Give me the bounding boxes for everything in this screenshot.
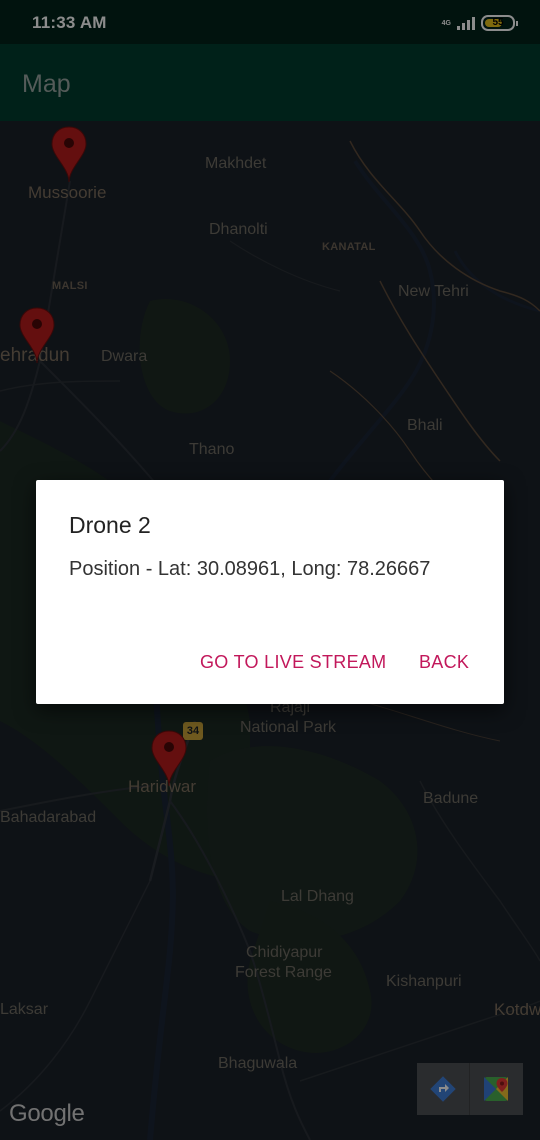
go-to-live-stream-button[interactable]: GO TO LIVE STREAM	[200, 652, 386, 673]
dialog-message: Position - Lat: 30.08961, Long: 78.26667	[69, 558, 431, 580]
drone-info-dialog: Drone 2 Position - Lat: 30.08961, Long: …	[36, 480, 504, 704]
back-button[interactable]: BACK	[419, 652, 469, 673]
dialog-title: Drone 2	[69, 512, 151, 538]
